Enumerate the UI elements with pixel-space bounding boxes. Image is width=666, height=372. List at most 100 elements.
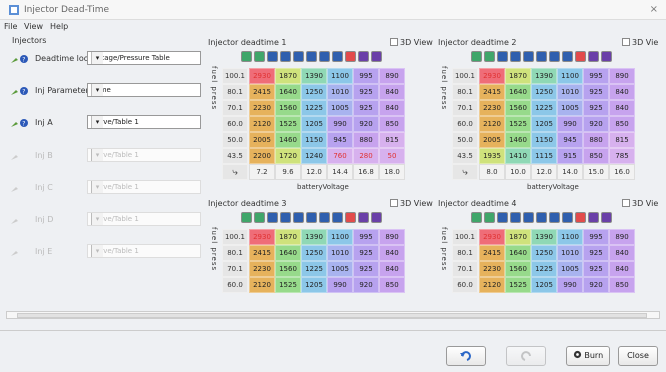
table-cell[interactable]: 850 [379, 277, 405, 293]
table-cell[interactable]: 1460 [275, 132, 301, 148]
horizontal-scrollbar[interactable] [6, 311, 660, 319]
table-cell[interactable]: 840 [609, 84, 635, 100]
toolbar-icon[interactable] [601, 51, 612, 62]
toolbar-icon[interactable] [254, 51, 265, 62]
scrollbar-thumb[interactable] [17, 313, 647, 318]
table-cell[interactable]: 1100 [557, 229, 583, 245]
y-axis-cell[interactable]: 70.1 [452, 261, 478, 277]
table-cell[interactable]: 990 [557, 277, 583, 293]
toolbar-icon[interactable] [241, 51, 252, 62]
table-cell[interactable]: 1640 [275, 245, 301, 261]
table-cell[interactable]: 1870 [505, 68, 531, 84]
menu-file[interactable]: File [4, 22, 17, 31]
table-cell[interactable]: 1525 [505, 277, 531, 293]
y-axis-cell[interactable]: 43.5 [452, 148, 478, 164]
y-axis-cell[interactable]: 60.0 [452, 116, 478, 132]
table-cell[interactable]: 2930 [479, 229, 505, 245]
toolbar-icon[interactable] [280, 51, 291, 62]
toolbar-icon[interactable] [280, 212, 291, 223]
redo-button[interactable] [506, 346, 546, 366]
burn-button[interactable]: Burn [566, 346, 610, 366]
table-cell[interactable]: 1150 [301, 132, 327, 148]
table-cell[interactable]: 1205 [301, 277, 327, 293]
toolbar-icon[interactable] [510, 212, 521, 223]
toolbar-icon[interactable] [484, 51, 495, 62]
undo-button[interactable] [446, 346, 486, 366]
table-cell[interactable]: 915 [557, 148, 583, 164]
table-cell[interactable]: 890 [609, 68, 635, 84]
table-cell[interactable]: 1640 [505, 84, 531, 100]
table-cell[interactable]: 1150 [531, 132, 557, 148]
table-cell[interactable]: 925 [583, 261, 609, 277]
table-cell[interactable]: 995 [583, 68, 609, 84]
y-axis-cell[interactable]: 70.1 [222, 100, 248, 116]
table-cell[interactable]: 1100 [557, 68, 583, 84]
toolbar-icon[interactable] [319, 212, 330, 223]
table-cell[interactable]: 1870 [275, 229, 301, 245]
toolbar-icon[interactable] [267, 212, 278, 223]
table-cell[interactable]: 2005 [249, 132, 275, 148]
table-cell[interactable]: 1010 [557, 245, 583, 261]
injector-row-select[interactable]: Curve/Table 1 ▾ [87, 115, 201, 129]
table-cell[interactable]: 1390 [531, 68, 557, 84]
table-cell[interactable]: 990 [327, 116, 353, 132]
view-3d-toggle[interactable]: 3D View [390, 199, 433, 208]
table-cell[interactable]: 2415 [479, 84, 505, 100]
table-cell[interactable]: 1240 [301, 148, 327, 164]
table-cell[interactable]: 1390 [301, 68, 327, 84]
x-axis-cell[interactable]: 8.0 [479, 164, 505, 180]
table-cell[interactable]: 890 [379, 68, 405, 84]
table-cell[interactable]: 1005 [557, 261, 583, 277]
y-axis-cell[interactable]: 70.1 [222, 261, 248, 277]
table-cell[interactable]: 1460 [505, 132, 531, 148]
x-axis-cell[interactable]: 10.0 [505, 164, 531, 180]
table-cell[interactable]: 760 [327, 148, 353, 164]
table-cell[interactable]: 2120 [479, 277, 505, 293]
toolbar-icon[interactable] [510, 51, 521, 62]
table-cell[interactable]: 1225 [301, 261, 327, 277]
table-cell[interactable]: 880 [583, 132, 609, 148]
table-cell[interactable]: 990 [557, 116, 583, 132]
table-cell[interactable]: 1205 [531, 277, 557, 293]
y-axis-cell[interactable]: 100.1 [452, 68, 478, 84]
toolbar-icon[interactable] [536, 212, 547, 223]
table-cell[interactable]: 840 [379, 84, 405, 100]
table-cell[interactable]: 1640 [275, 84, 301, 100]
table-cell[interactable]: 1525 [275, 116, 301, 132]
toolbar-icon[interactable] [345, 51, 356, 62]
table-cell[interactable]: 1010 [557, 84, 583, 100]
table-cell[interactable]: 850 [609, 116, 635, 132]
table-cell[interactable]: 1935 [479, 148, 505, 164]
toolbar-icon[interactable] [371, 51, 382, 62]
toolbar-icon[interactable] [549, 212, 560, 223]
x-axis-cell[interactable]: 14.4 [327, 164, 353, 180]
view-3d-toggle[interactable]: 3D View [390, 38, 433, 47]
table-cell[interactable]: 2930 [479, 68, 505, 84]
table-cell[interactable]: 2120 [479, 116, 505, 132]
toolbar-icon[interactable] [345, 212, 356, 223]
y-axis-cell[interactable]: 50.0 [452, 132, 478, 148]
table-cell[interactable]: 925 [353, 100, 379, 116]
table-cell[interactable]: 840 [609, 100, 635, 116]
table-cell[interactable]: 925 [353, 84, 379, 100]
x-axis-cell[interactable]: 15.0 [583, 164, 609, 180]
x-axis-cell[interactable]: 16.8 [353, 164, 379, 180]
table-cell[interactable]: 2230 [479, 261, 505, 277]
table-cell[interactable]: 840 [379, 261, 405, 277]
y-axis-cell[interactable]: 100.1 [222, 229, 248, 245]
table-cell[interactable]: 1005 [557, 100, 583, 116]
toolbar-icon[interactable] [306, 51, 317, 62]
y-axis-cell[interactable]: 100.1 [452, 229, 478, 245]
injector-row-select[interactable]: Same▾ [87, 83, 201, 97]
x-axis-cell[interactable]: 14.0 [557, 164, 583, 180]
table-cell[interactable]: 840 [609, 245, 635, 261]
table-cell[interactable]: 920 [583, 116, 609, 132]
table-cell[interactable]: 840 [609, 261, 635, 277]
corner-icon[interactable]: ⤷ [222, 164, 248, 180]
table-cell[interactable]: 2930 [249, 229, 275, 245]
table-cell[interactable]: 990 [327, 277, 353, 293]
table-cell[interactable]: 995 [353, 68, 379, 84]
menu-help[interactable]: Help [50, 22, 68, 31]
toolbar-icon[interactable] [358, 51, 369, 62]
table-cell[interactable]: 2415 [479, 245, 505, 261]
